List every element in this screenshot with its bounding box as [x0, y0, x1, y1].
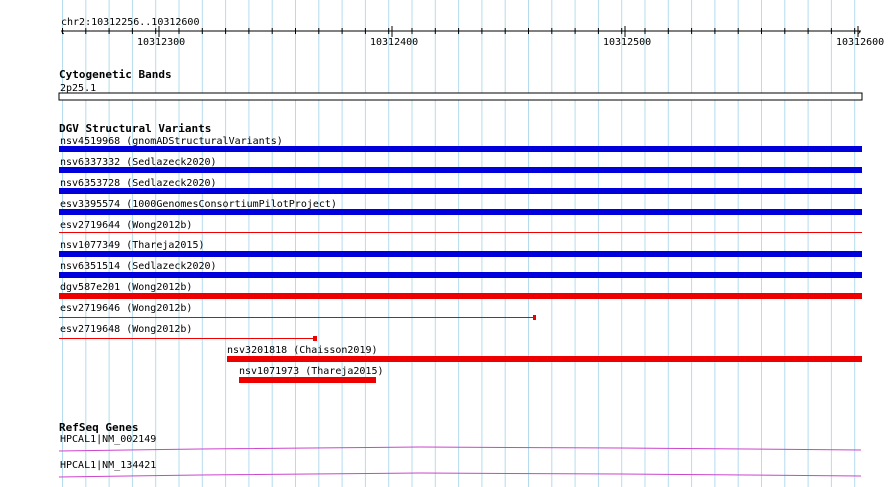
cytoband-bar[interactable] [58, 92, 863, 101]
cytoband-track-title: Cytogenetic Bands [59, 68, 172, 81]
dgv-feature[interactable]: nsv6337332 (Sedlazeck2020) [59, 157, 862, 173]
tick-label: 10312600 [836, 37, 884, 48]
dgv-feature[interactable]: esv3395574 (1000GenomesConsortiumPilotPr… [59, 199, 862, 215]
feature-label: nsv6353728 (Sedlazeck2020) [60, 178, 217, 189]
feature-bar[interactable] [59, 232, 862, 233]
feature-end-cap [313, 336, 317, 341]
dgv-feature[interactable]: nsv1071973 (Thareja2015) [239, 366, 384, 383]
feature-bar[interactable] [59, 188, 862, 194]
feature-bar[interactable] [59, 272, 862, 278]
feature-label: nsv1071973 (Thareja2015) [239, 366, 384, 377]
dgv-feature[interactable]: esv2719646 (Wong2012b) [59, 303, 536, 320]
dgv-feature[interactable]: nsv6353728 (Sedlazeck2020) [59, 178, 862, 194]
feature-bar[interactable] [59, 293, 862, 299]
feature-bar[interactable] [59, 251, 862, 257]
ruler-left-arrow: ‹ [60, 27, 66, 38]
genome-browser-view: chr2:10312256..10312600 ‹ › 10312300 103… [58, 0, 884, 487]
feature-label: esv2719646 (Wong2012b) [60, 303, 192, 314]
gene-label: HPCAL1|NM_002149 [60, 434, 156, 445]
feature-label: nsv1077349 (Thareja2015) [60, 240, 205, 251]
dgv-feature[interactable]: nsv4519968 (gnomADStructuralVariants) [59, 136, 862, 152]
ruler: chr2:10312256..10312600 ‹ › 10312300 103… [60, 17, 884, 48]
feature-label: nsv4519968 (gnomADStructuralVariants) [60, 136, 283, 147]
dgv-feature[interactable]: nsv6351514 (Sedlazeck2020) [59, 261, 862, 278]
refseq-track-title: RefSeq Genes [59, 421, 138, 434]
feature-label: dgv587e201 (Wong2012b) [60, 282, 192, 293]
feature-bar[interactable] [59, 338, 317, 339]
dgv-track-title: DGV Structural Variants [59, 122, 211, 135]
feature-bar[interactable] [59, 167, 862, 173]
tick-label: 10312400 [370, 37, 418, 48]
feature-label: esv3395574 (1000GenomesConsortiumPilotPr… [60, 199, 337, 210]
feature-bar[interactable] [227, 356, 862, 362]
feature-end-cap [533, 315, 536, 320]
gene-label: HPCAL1|NM_134421 [60, 460, 156, 471]
feature-label: nsv6351514 (Sedlazeck2020) [60, 261, 217, 272]
feature-bar[interactable] [59, 209, 862, 215]
feature-label: esv2719644 (Wong2012b) [60, 220, 192, 231]
feature-label: nsv6337332 (Sedlazeck2020) [60, 157, 217, 168]
feature-label: esv2719648 (Wong2012b) [60, 324, 192, 335]
dgv-feature[interactable]: nsv3201818 (Chaisson2019) [227, 345, 862, 362]
feature-label: nsv3201818 (Chaisson2019) [227, 345, 378, 356]
tick-label: 10312300 [137, 37, 185, 48]
cytoband-label: 2p25.1 [60, 83, 96, 94]
feature-bar[interactable] [239, 377, 376, 383]
dgv-feature[interactable]: esv2719648 (Wong2012b) [59, 324, 317, 341]
feature-bar[interactable] [59, 317, 536, 318]
feature-bar[interactable] [59, 146, 862, 152]
location-label: chr2:10312256..10312600 [61, 17, 199, 28]
tick-label: 10312500 [603, 37, 651, 48]
dgv-feature[interactable]: nsv1077349 (Thareja2015) [59, 240, 862, 257]
dgv-feature[interactable]: dgv587e201 (Wong2012b) [59, 282, 862, 299]
